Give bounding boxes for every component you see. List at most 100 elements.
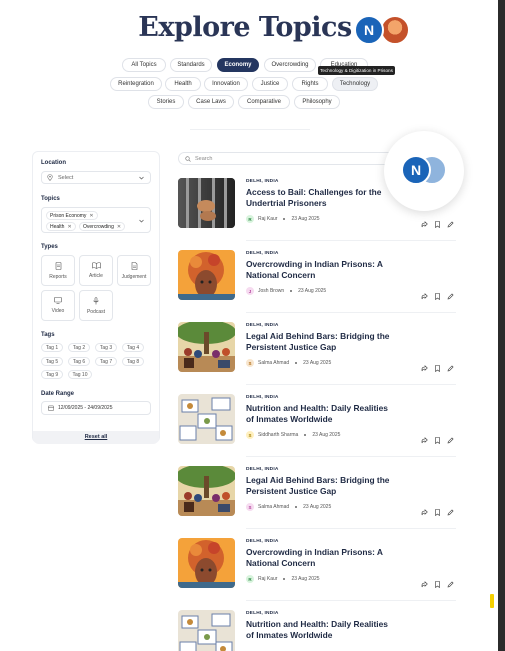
topic-chip-stories[interactable]: Stories (148, 95, 184, 109)
article-title[interactable]: Legal Aid Behind Bars: Bridging the Pers… (246, 331, 396, 353)
tag-chip[interactable]: Tag 6 (68, 357, 90, 366)
article-thumbnail[interactable] (178, 394, 235, 444)
topic-chip-case-laws[interactable]: Case Laws (188, 95, 234, 109)
tag-chip[interactable]: Tag 10 (68, 370, 92, 379)
tag-chip[interactable]: Tag 2 (68, 343, 90, 352)
article-title[interactable]: Access to Bail: Challenges for the Under… (246, 187, 396, 209)
article-location: DELHI, INDIA (246, 611, 279, 616)
article-actions (421, 359, 454, 373)
reset-all-button[interactable]: Reset all (33, 431, 159, 444)
edit-icon[interactable] (447, 287, 454, 300)
topics-multiselect[interactable]: Prison Economy ✕ Health ✕ Overcrowding ✕ (41, 207, 151, 233)
edit-icon[interactable] (447, 359, 454, 372)
article-thumbnail[interactable] (178, 178, 235, 228)
tag-chip[interactable]: Tag 8 (122, 357, 144, 366)
edit-icon[interactable] (447, 215, 454, 228)
selected-topic-label: Overcrowding (83, 223, 114, 230)
edit-icon[interactable] (447, 431, 454, 444)
microphone-icon (93, 296, 99, 304)
tag-chip[interactable]: Tag 9 (41, 370, 63, 379)
article-card[interactable]: DELHI, INDIA Overcrowding in Indian Priso… (178, 250, 458, 305)
article-card[interactable]: DELHI, INDIA Access to Bail: Challenges f… (178, 178, 458, 233)
share-icon[interactable] (421, 431, 428, 444)
type-reports[interactable]: Reports (41, 255, 75, 286)
author-name: Salma Ahmad (258, 360, 290, 366)
author-avatar: S (246, 359, 254, 367)
type-podcast[interactable]: Podcast (79, 290, 113, 321)
separator-dot (295, 506, 298, 508)
header-avatar-group[interactable]: N (352, 12, 414, 48)
article-location: DELHI, INDIA (246, 179, 279, 184)
topic-chip-health[interactable]: Health (165, 77, 201, 91)
article-title[interactable]: Nutrition and Health: Daily Realities of… (246, 619, 396, 641)
type-judgement[interactable]: Judgement (117, 255, 151, 286)
share-icon[interactable] (421, 503, 428, 516)
remove-icon[interactable]: ✕ (67, 224, 71, 230)
tag-chip[interactable]: Tag 5 (41, 357, 63, 366)
article-title[interactable]: Overcrowding in Indian Prisons: A Nation… (246, 547, 396, 569)
chevron-down-icon (139, 176, 144, 180)
topic-chip-innovation[interactable]: Innovation (204, 77, 248, 91)
article-divider (246, 312, 456, 313)
article-title[interactable]: Nutrition and Health: Daily Realities of… (246, 403, 396, 425)
article-title[interactable]: Legal Aid Behind Bars: Bridging the Pers… (246, 475, 396, 497)
topic-chip-technology[interactable]: Technology (332, 77, 378, 91)
article-card[interactable]: DELHI, INDIA Nutrition and Health: Daily … (178, 394, 458, 449)
separator-dot (295, 362, 298, 364)
article-thumbnail[interactable] (178, 250, 235, 300)
bookmark-icon[interactable] (434, 503, 441, 517)
article-divider (246, 600, 456, 601)
bookmark-icon[interactable] (434, 359, 441, 373)
calendar-icon (48, 405, 54, 411)
topic-chip-reintegration[interactable]: Reintegration (110, 77, 162, 91)
location-select[interactable]: Select (41, 171, 151, 184)
tag-chip[interactable]: Tag 1 (41, 343, 63, 352)
topic-chip-justice[interactable]: Justice (252, 77, 288, 91)
date-range-value: 12/09/2025 - 24/09/2025 (58, 405, 113, 411)
article-thumbnail[interactable] (178, 466, 235, 516)
avatar-photo[interactable] (380, 15, 410, 45)
share-icon[interactable] (421, 287, 428, 300)
type-article[interactable]: Article (79, 255, 113, 286)
topic-chip-comparative[interactable]: Comparative (238, 95, 290, 109)
topic-chip-philosophy[interactable]: Philosophy (294, 95, 340, 109)
tag-chip[interactable]: Tag 7 (95, 357, 117, 366)
bookmark-icon[interactable] (434, 431, 441, 445)
topic-chip-economy[interactable]: Economy (217, 58, 259, 72)
article-meta: R Raj Kaur 23 Aug 2025 (246, 215, 320, 223)
search-input[interactable]: Search (178, 152, 398, 165)
article-card[interactable]: DELHI, INDIA Nutrition and Health: Daily … (178, 610, 458, 651)
author-name: Raj Kaur (258, 576, 278, 582)
bookmark-icon[interactable] (434, 287, 441, 301)
remove-icon[interactable]: ✕ (117, 224, 121, 230)
topic-chip-overcrowding[interactable]: Overcrowding (264, 58, 316, 72)
article-card[interactable]: DELHI, INDIA Overcrowding in Indian Priso… (178, 538, 458, 593)
share-icon[interactable] (421, 215, 428, 228)
article-thumbnail[interactable] (178, 538, 235, 588)
article-card[interactable]: DELHI, INDIA Legal Aid Behind Bars: Bridg… (178, 322, 458, 377)
edit-icon[interactable] (447, 503, 454, 516)
date-range-input[interactable]: 12/09/2025 - 24/09/2025 (41, 401, 151, 415)
article-thumbnail[interactable] (178, 610, 235, 651)
article-title[interactable]: Overcrowding in Indian Prisons: A Nation… (246, 259, 396, 281)
topic-chip-all[interactable]: All Topics (122, 58, 166, 72)
article-date: 23 Aug 2025 (303, 504, 332, 510)
avatar[interactable]: N (354, 15, 384, 45)
remove-icon[interactable]: ✕ (89, 213, 93, 219)
share-icon[interactable] (421, 359, 428, 372)
article-meta: S Salma Ahmad 23 Aug 2025 (246, 359, 331, 367)
avatar: N (401, 155, 431, 185)
topic-chip-standards[interactable]: Standards (170, 58, 212, 72)
article-card[interactable]: DELHI, INDIA Legal Aid Behind Bars: Bridg… (178, 466, 458, 521)
tag-chip[interactable]: Tag 4 (122, 343, 144, 352)
edit-icon[interactable] (447, 575, 454, 588)
bookmark-icon[interactable] (434, 215, 441, 229)
share-icon[interactable] (421, 575, 428, 588)
article-actions (421, 431, 454, 445)
article-thumbnail[interactable] (178, 322, 235, 372)
scrollbar-thumb[interactable] (490, 594, 494, 608)
bookmark-icon[interactable] (434, 575, 441, 589)
topic-chip-rights[interactable]: Rights (292, 77, 328, 91)
tag-chip[interactable]: Tag 3 (95, 343, 117, 352)
type-video[interactable]: Video (41, 290, 75, 321)
